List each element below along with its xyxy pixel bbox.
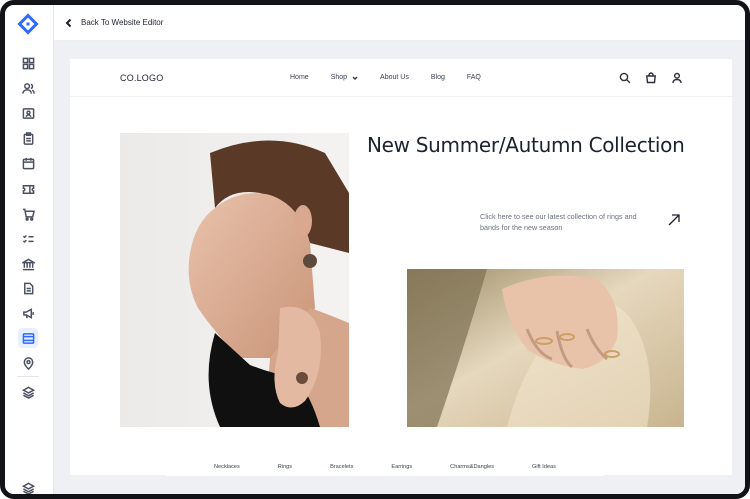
- menu-item-home[interactable]: Home: [290, 74, 309, 81]
- ticket-icon[interactable]: [18, 179, 38, 199]
- layers-bottom-icon[interactable]: [18, 478, 38, 494]
- menu-label: Shop: [330, 74, 348, 81]
- menu-item-faq[interactable]: FAQ: [467, 74, 481, 81]
- site-navbar: CO.LOGO Home Shop About Us Blog FAQ: [70, 59, 732, 97]
- layers-icon[interactable]: [18, 382, 38, 402]
- menu-item-about[interactable]: About Us: [380, 74, 409, 81]
- website-preview[interactable]: CO.LOGO Home Shop About Us Blog FAQ New …: [70, 59, 732, 475]
- sidebar-rail: [5, 5, 54, 494]
- contacts-icon[interactable]: [18, 103, 38, 123]
- menu-label: About Us: [380, 74, 409, 81]
- cart-icon[interactable]: [18, 204, 38, 224]
- site-nav-icons: [619, 71, 697, 84]
- hero-hand-image: [407, 269, 684, 427]
- bag-icon[interactable]: [645, 71, 657, 84]
- app-logo[interactable]: [17, 13, 39, 35]
- clipboard-icon[interactable]: [18, 128, 38, 148]
- hero-title: New Summer/Autumn Collection: [367, 133, 685, 157]
- bank-icon[interactable]: [18, 254, 38, 274]
- search-icon[interactable]: [619, 71, 631, 84]
- user-icon[interactable]: [671, 71, 683, 84]
- document-icon[interactable]: [18, 278, 38, 298]
- rail-divider: [17, 376, 39, 377]
- editor-canvas: CO.LOGO Home Shop About Us Blog FAQ New …: [54, 41, 745, 494]
- category-rings[interactable]: Rings: [278, 464, 292, 470]
- menu-item-shop[interactable]: Shop: [331, 74, 358, 81]
- site-menu: Home Shop About Us Blog FAQ: [290, 74, 503, 81]
- back-to-editor-button[interactable]: Back To Website Editor: [64, 18, 163, 28]
- site-brand[interactable]: CO.LOGO: [120, 73, 163, 83]
- website-icon[interactable]: [18, 328, 38, 348]
- hero-portrait-image: [120, 133, 349, 427]
- location-icon[interactable]: [18, 353, 38, 373]
- menu-item-blog[interactable]: Blog: [431, 74, 445, 81]
- arrow-up-right-icon[interactable]: [667, 213, 681, 227]
- category-necklaces[interactable]: Necklaces: [214, 464, 240, 470]
- chevron-down-icon: [352, 75, 358, 80]
- hero-description[interactable]: Click here to see our latest collection …: [480, 211, 650, 233]
- back-label: Back To Website Editor: [81, 18, 164, 27]
- users-icon[interactable]: [18, 78, 38, 98]
- menu-label: Home: [290, 74, 309, 81]
- menu-label: Blog: [430, 74, 445, 81]
- calendar-icon[interactable]: [18, 153, 38, 173]
- checklist-icon[interactable]: [18, 229, 38, 249]
- category-gift-ideas[interactable]: Gift Ideas: [532, 464, 556, 470]
- category-strip: Necklaces Rings Bracelets Earrings Charm…: [166, 457, 604, 476]
- dashboard-icon[interactable]: [18, 53, 38, 73]
- megaphone-icon[interactable]: [18, 303, 38, 323]
- menu-label: FAQ: [466, 74, 481, 81]
- category-charms[interactable]: Charms&Dangles: [450, 464, 494, 470]
- chevron-left-icon: [65, 18, 72, 27]
- category-bracelets[interactable]: Bracelets: [330, 464, 353, 470]
- app-window: Back To Website Editor CO.LOGO Home Shop…: [0, 0, 750, 499]
- editor-topbar: Back To Website Editor: [54, 5, 745, 41]
- category-earrings[interactable]: Earrings: [391, 464, 412, 470]
